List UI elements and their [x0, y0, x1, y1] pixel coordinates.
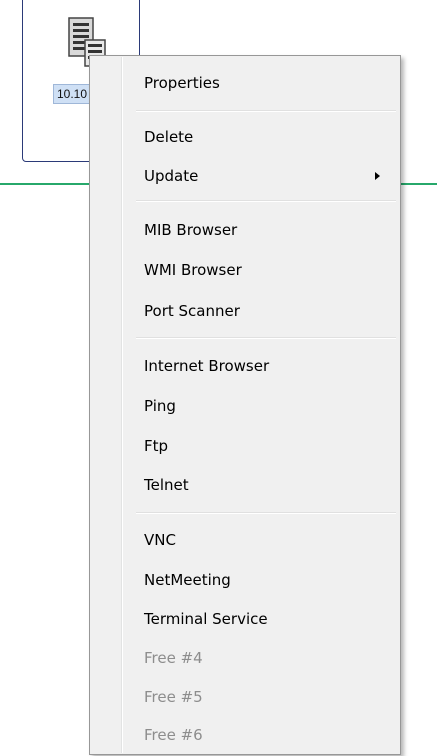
menu-item-mib-browser[interactable]: MIB Browser	[92, 213, 398, 247]
menu-item-label: Free #4	[144, 649, 203, 667]
link-line-right	[400, 183, 437, 185]
node-ip-label: 10.10	[53, 84, 92, 104]
menu-item-label: Update	[144, 167, 199, 185]
menu-item-telnet[interactable]: Telnet	[92, 468, 398, 502]
menu-item-label: WMI Browser	[144, 261, 242, 279]
menu-item-label: Ping	[144, 397, 176, 415]
menu-item-label: NetMeeting	[144, 571, 231, 589]
menu-item-terminal-service[interactable]: Terminal Service	[92, 602, 398, 636]
canvas: 10.10 Properties Delete Update MIB Brows…	[0, 0, 437, 756]
menu-item-free-4: Free #4	[92, 641, 398, 675]
menu-item-properties[interactable]: Properties	[92, 66, 398, 100]
menu-item-free-5: Free #5	[92, 680, 398, 714]
menu-item-free-6: Free #6	[92, 718, 398, 752]
menu-item-label: Free #6	[144, 726, 203, 744]
link-line-left	[0, 183, 90, 185]
menu-item-label: Internet Browser	[144, 357, 270, 375]
menu-separator	[136, 337, 396, 339]
menu-item-label: Telnet	[144, 476, 189, 494]
menu-item-label: Properties	[144, 74, 220, 92]
menu-item-internet-browser[interactable]: Internet Browser	[92, 349, 398, 383]
submenu-arrow-icon	[375, 172, 380, 180]
menu-item-ftp[interactable]: Ftp	[92, 429, 398, 463]
menu-item-label: Free #5	[144, 688, 203, 706]
menu-separator	[136, 200, 396, 202]
menu-item-update[interactable]: Update	[92, 159, 398, 193]
menu-item-delete[interactable]: Delete	[92, 120, 398, 154]
menu-item-vnc[interactable]: VNC	[92, 523, 398, 557]
menu-item-label: Terminal Service	[144, 610, 268, 628]
menu-item-label: Ftp	[144, 437, 169, 455]
menu-item-port-scanner[interactable]: Port Scanner	[92, 294, 398, 328]
menu-item-wmi-browser[interactable]: WMI Browser	[92, 253, 398, 287]
menu-item-label: MIB Browser	[144, 221, 238, 239]
menu-separator	[136, 110, 396, 112]
menu-item-netmeeting[interactable]: NetMeeting	[92, 563, 398, 597]
menu-item-label: Port Scanner	[144, 302, 240, 320]
context-menu: Properties Delete Update MIB Browser WMI…	[89, 55, 401, 755]
menu-separator	[136, 512, 396, 514]
menu-item-label: VNC	[144, 531, 176, 549]
menu-item-ping[interactable]: Ping	[92, 389, 398, 423]
menu-item-label: Delete	[144, 128, 194, 146]
